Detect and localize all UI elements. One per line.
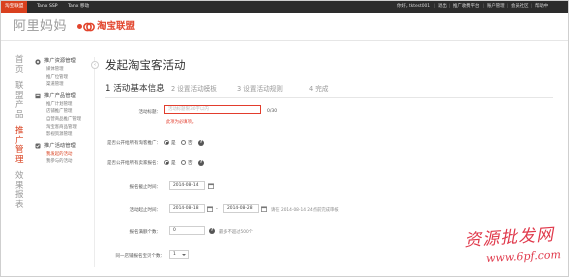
steps-divider xyxy=(105,97,553,98)
taobao-union-logo-icon xyxy=(83,22,95,32)
help-icon[interactable]: ? xyxy=(209,227,215,234)
account-link[interactable]: 账户管理 xyxy=(487,1,505,13)
tab-tanx-mobile[interactable]: Tanx 移动 xyxy=(64,1,93,13)
calendar-icon[interactable] xyxy=(261,205,267,212)
signup-quota-hint: 最多不超过500个 xyxy=(219,230,253,235)
menu-group-header[interactable]: 推广产品管理 xyxy=(35,92,97,101)
watermark-title: 资源批发网 xyxy=(463,224,555,252)
radio-label-no: 否 xyxy=(188,160,193,166)
menu-group-products: 推广产品管理 推广计划管理 店铺推广管理 自营商品推广管理 淘宝客商品管理 影视… xyxy=(35,92,97,139)
divider: | xyxy=(531,4,533,9)
signup-quota-input[interactable]: 0 xyxy=(169,226,205,235)
menu-group-title: 推广资源管理 xyxy=(44,58,76,64)
nav-promotion-management[interactable]: 推广管理 xyxy=(15,126,25,165)
calendar-icon[interactable] xyxy=(207,205,213,212)
public-to-sellers-no-radio[interactable] xyxy=(181,160,186,165)
activity-title-label: 活动标题： xyxy=(138,110,162,115)
menu-item-tbk-goods[interactable]: 淘宝客商品管理 xyxy=(35,124,97,132)
menu-item-my-launched[interactable]: 我发起的活动 xyxy=(35,151,97,159)
step-basic-info: 1 活动基本信息 xyxy=(105,84,165,94)
ad-platform-link[interactable]: 推广收费平台 xyxy=(453,1,479,13)
collapse-sidebar-icon[interactable]: ‹ xyxy=(91,61,99,69)
nav-home[interactable]: 首页 xyxy=(15,55,25,75)
menu-item-channel[interactable]: 渠道管理 xyxy=(35,81,97,89)
calendar-icon[interactable] xyxy=(208,182,214,189)
activity-start-input[interactable]: 2014-08-18 xyxy=(169,204,205,213)
gear-icon xyxy=(35,58,41,65)
help-icon[interactable]: ? xyxy=(198,159,204,166)
menu-group-activities: 推广活动管理 我发起的活动 我参与的活动 xyxy=(35,142,97,166)
menu-group-header[interactable]: 推广活动管理 xyxy=(35,142,97,151)
date-range-separator: - xyxy=(216,206,218,212)
tab-taobao-union[interactable]: 淘宝联盟 xyxy=(1,1,28,13)
signup-deadline-label: 报名截止时间： xyxy=(129,185,162,190)
activity-title-counter: 0/30 xyxy=(267,109,278,114)
menu-item-video[interactable]: 影视资源管理 xyxy=(35,131,97,139)
left-nav: 首页 联盟产品 推广管理 效果报表 xyxy=(15,55,27,217)
public-to-affiliates-yes-radio[interactable] xyxy=(164,140,169,145)
activity-title-input[interactable]: 活动标题限30字以内 xyxy=(164,105,261,114)
radio-label-yes: 是 xyxy=(171,160,176,166)
step-template: 2 设置活动模板 xyxy=(171,85,217,93)
menu-group-title: 推广产品管理 xyxy=(44,92,76,99)
activity-title-error: 此项为必填项。 xyxy=(166,120,197,125)
divider: | xyxy=(507,4,509,9)
signup-deadline-input[interactable]: 2014-08-14 xyxy=(169,181,205,190)
username-link[interactable]: tktest001 xyxy=(409,1,430,13)
header-divider xyxy=(1,40,568,41)
activity-period-hint: 请在 2014-08-14 24点前完成审核 xyxy=(271,208,339,213)
per-seller-items-value: 1 xyxy=(173,252,176,257)
menu-item-media[interactable]: 媒体管理 xyxy=(35,66,97,74)
taobao-union-logo-text: 淘宝联盟 xyxy=(97,21,136,32)
divider: | xyxy=(449,4,451,9)
help-link[interactable]: 帮助中 xyxy=(535,1,548,13)
per-seller-items-label: 同一店铺报名宝贝个数： xyxy=(115,254,166,259)
menu-item-my-joined[interactable]: 我参与的活动 xyxy=(35,158,97,166)
menu-group-resources: 推广资源管理 媒体管理 推广位管理 渠道管理 xyxy=(35,57,97,89)
divider: | xyxy=(434,4,436,9)
signup-quota-label: 报名满额个数： xyxy=(129,230,162,235)
help-icon[interactable]: ? xyxy=(198,139,204,146)
menu-item-shop[interactable]: 店铺推广管理 xyxy=(35,108,97,116)
public-to-affiliates-label: 是否公开给所有淘客推广： xyxy=(107,141,161,146)
menu-item-self-goods[interactable]: 自营商品推广管理 xyxy=(35,116,97,124)
step-rules: 3 设置活动规则 xyxy=(237,85,283,93)
chevron-down-icon xyxy=(182,253,186,256)
alimama-logo-text: 阿里妈妈 xyxy=(13,19,68,34)
watermark-url: www.6pf.com xyxy=(485,248,562,265)
public-to-affiliates-no-radio[interactable] xyxy=(181,140,186,145)
box-icon xyxy=(35,94,41,99)
activity-end-input[interactable]: 2014-08-28 xyxy=(223,204,259,213)
menu-group-header[interactable]: 推广资源管理 xyxy=(35,57,97,66)
logo-separator-dot xyxy=(77,24,82,29)
step-done: 4 完成 xyxy=(309,85,329,93)
radio-label-yes: 是 xyxy=(171,140,176,146)
divider: | xyxy=(483,4,485,9)
radio-label-no: 否 xyxy=(188,140,193,146)
public-to-sellers-label: 是否公开给所有卖家报名： xyxy=(107,161,161,166)
menu-item-adzone[interactable]: 推广位管理 xyxy=(35,74,97,82)
per-seller-items-select[interactable]: 1 xyxy=(169,250,189,259)
logout-link[interactable]: 退出 xyxy=(438,1,447,13)
sidebar-divider xyxy=(94,57,95,267)
activity-icon xyxy=(35,143,41,149)
community-link[interactable]: 会员社区 xyxy=(511,1,529,13)
nav-union-products[interactable]: 联盟产品 xyxy=(15,81,25,120)
public-to-sellers-yes-radio[interactable] xyxy=(164,160,169,165)
tab-tanx-ssp[interactable]: Tanx SSP xyxy=(33,1,62,13)
menu-item-plan[interactable]: 推广计划管理 xyxy=(35,101,97,109)
nav-effect-reports[interactable]: 效果报表 xyxy=(15,171,25,210)
top-bar: 淘宝联盟 Tanx SSP Tanx 移动 你好， tktest001 | 退出… xyxy=(1,1,568,13)
menu-group-title: 推广活动管理 xyxy=(44,142,76,149)
activity-period-label: 活动起止时间： xyxy=(129,208,162,213)
page-title: 发起淘宝客活动 xyxy=(105,58,186,72)
sub-menu: 推广资源管理 媒体管理 推广位管理 渠道管理 推广产品管理 推广计划管理 店铺推… xyxy=(35,57,97,169)
app-window: 淘宝联盟 Tanx SSP Tanx 移动 你好， tktest001 | 退出… xyxy=(0,0,569,277)
